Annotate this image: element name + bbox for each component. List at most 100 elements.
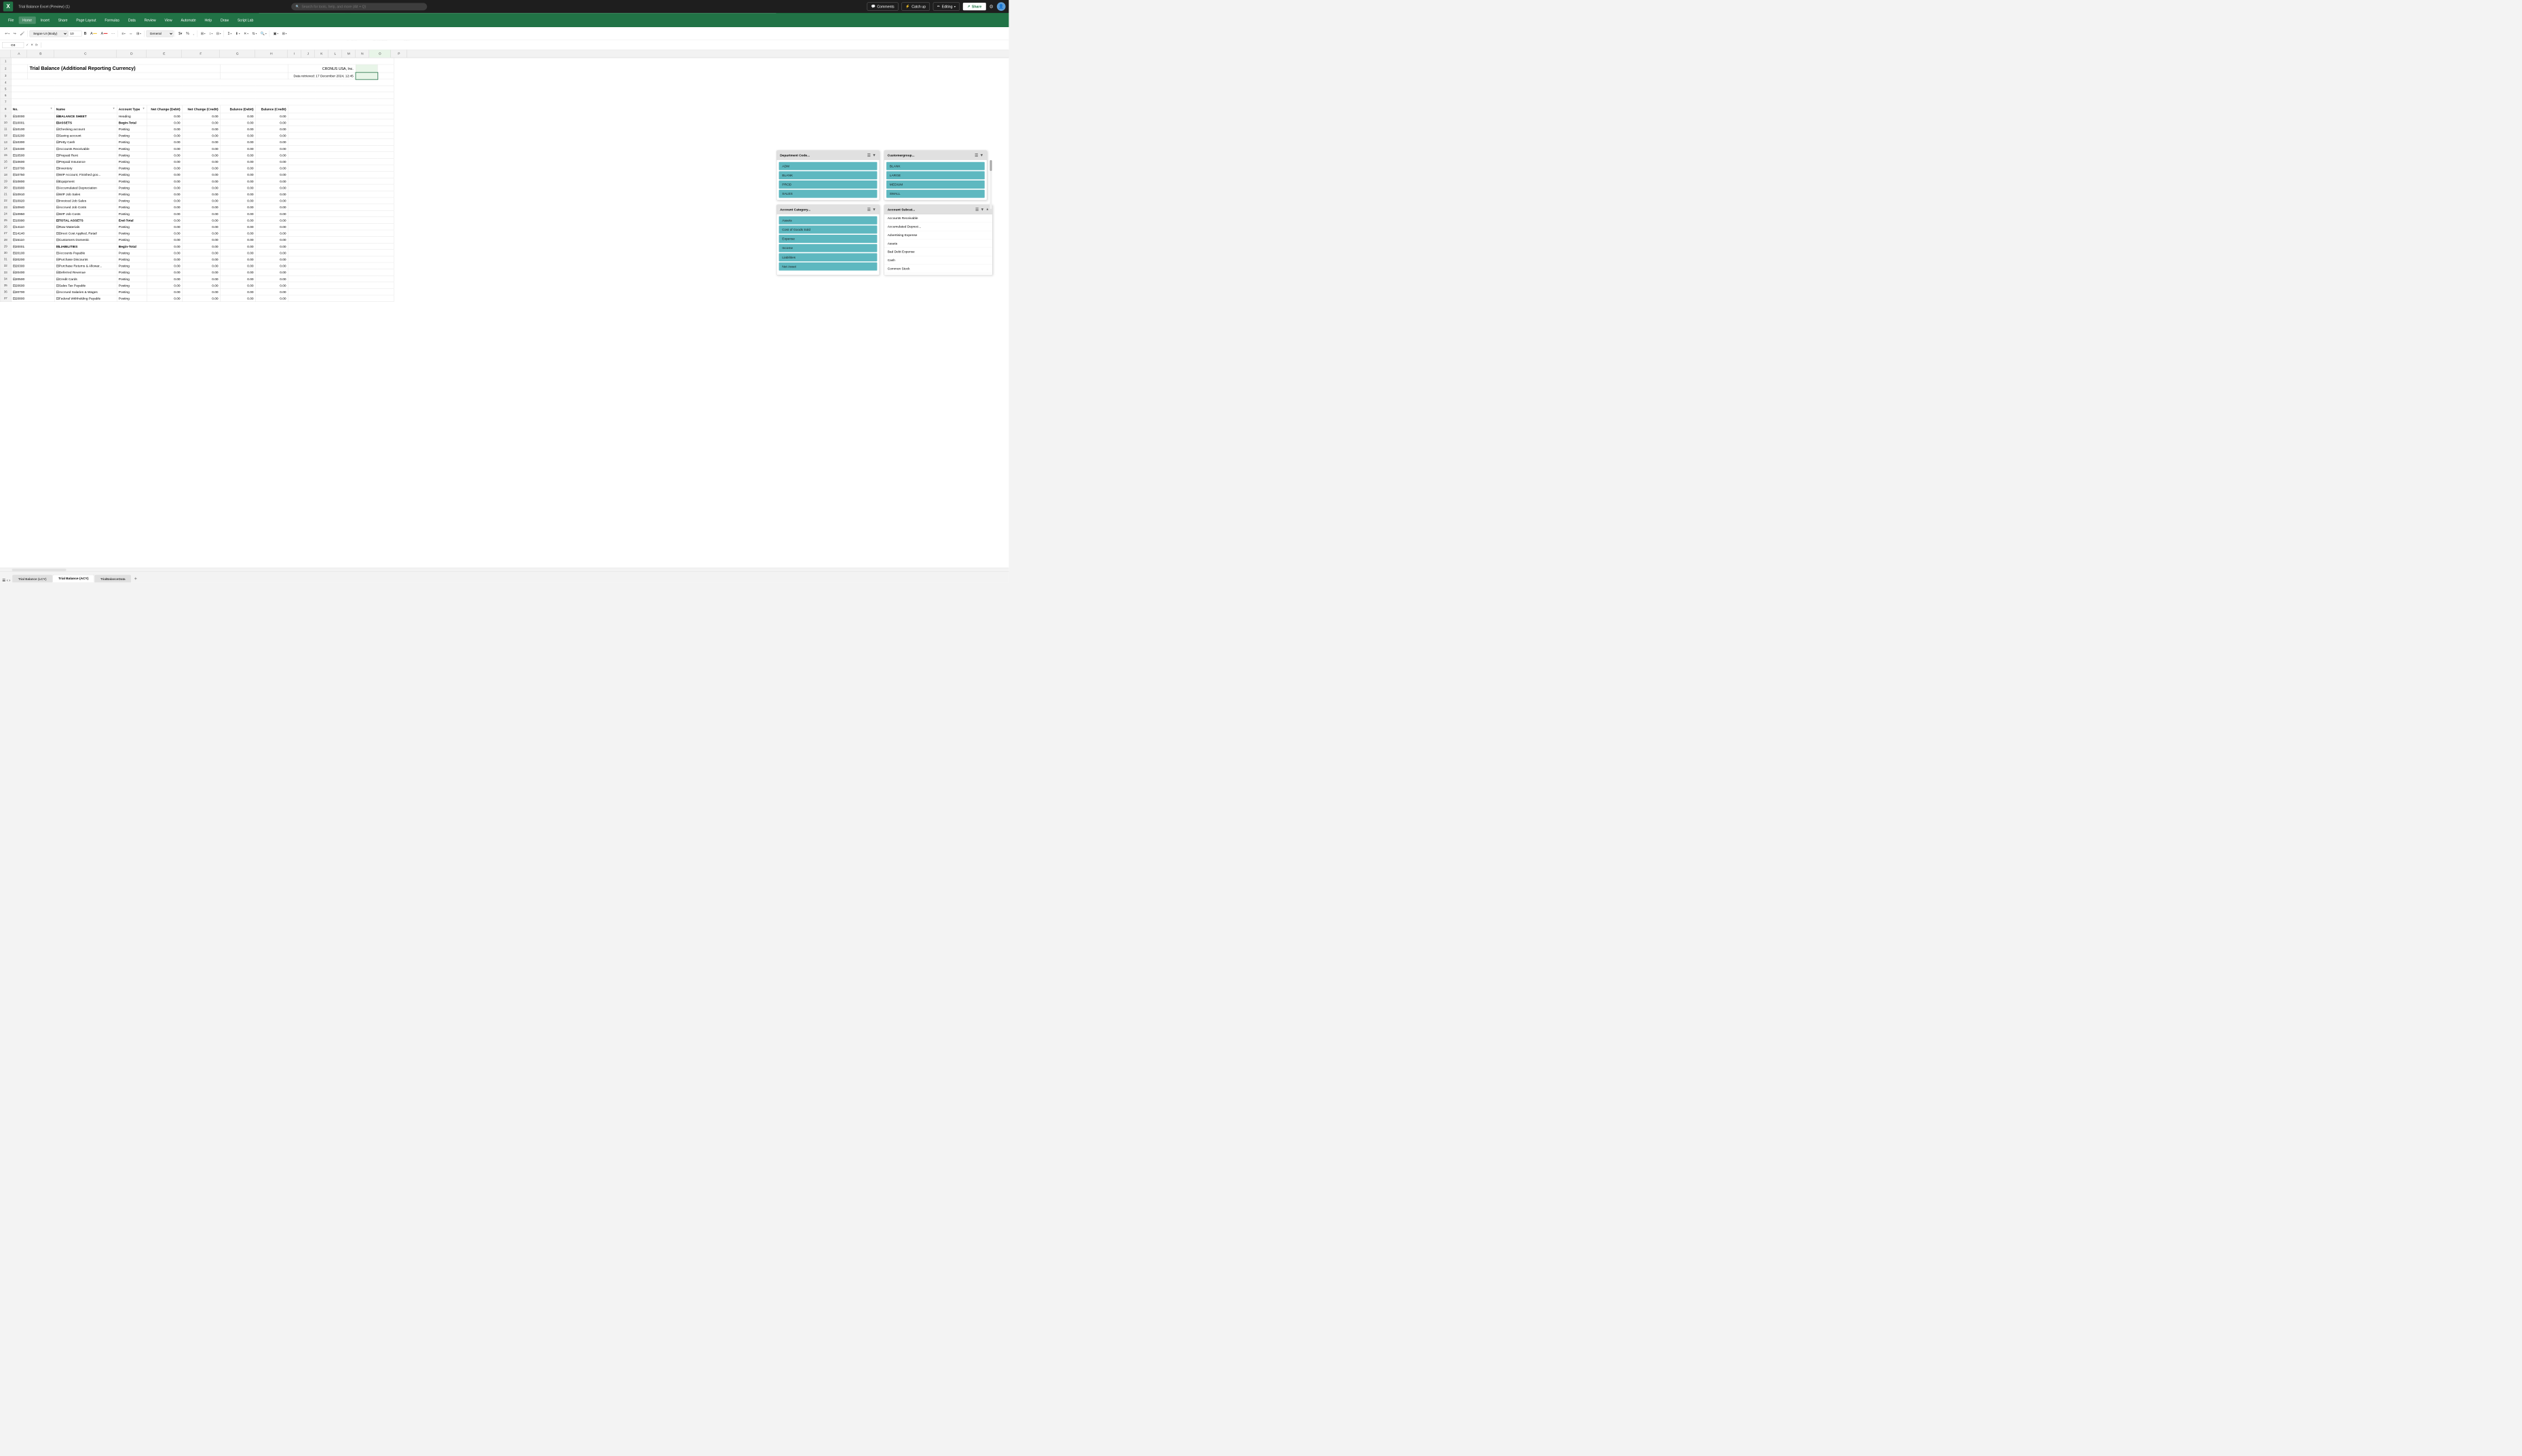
dept-item-blank[interactable]: BLANK (779, 171, 878, 179)
col-header-K[interactable]: K (315, 50, 328, 58)
accounts-receivable-cell[interactable]: ⊟Accounts Receivable (54, 145, 117, 152)
as-item-ae[interactable]: Advertising Expense (884, 231, 992, 239)
as-filter-icon[interactable]: ☰ (975, 207, 979, 212)
cell-3b[interactable] (27, 73, 220, 79)
ribbon-tab-share[interactable]: Share (54, 16, 71, 24)
col-header-I[interactable]: I (288, 50, 301, 58)
ribbon-tab-draw[interactable]: Draw (217, 16, 232, 24)
selected-cell-O3[interactable] (356, 73, 377, 79)
cell-3a[interactable] (11, 73, 27, 79)
sort-button[interactable]: ⇅ ▾ (250, 31, 259, 37)
dept-item-sales[interactable]: SALES (779, 190, 878, 198)
col-header-name[interactable]: Name ▼ (54, 105, 117, 113)
fill-color-button[interactable]: A (89, 31, 99, 37)
cell-1[interactable] (11, 58, 394, 64)
tab-acy[interactable]: Trial Balance (ACY) (53, 575, 94, 583)
col-header-G[interactable]: G (220, 50, 255, 58)
paintformat-button[interactable]: 🖌 (18, 31, 26, 37)
cg-item-medium[interactable]: MEDIUM (886, 180, 985, 189)
ac-expand-icon[interactable]: ▼ (872, 207, 876, 212)
redo-button[interactable]: ↪ (12, 31, 18, 37)
cancel-icon[interactable]: ✕ (31, 43, 33, 47)
tab-data[interactable]: TrialBalanceData (95, 575, 131, 583)
font-color-button[interactable]: A (99, 31, 109, 37)
cg-item-blank[interactable]: BLANK (886, 162, 985, 170)
ac-item-cogs[interactable]: Cost of Goods Sold (779, 225, 878, 233)
as-item-cash[interactable]: Cash (884, 256, 992, 265)
cg-item-small[interactable]: SMALL (886, 190, 985, 198)
col-header-D[interactable]: D (117, 50, 147, 58)
prepaid-insurance-cell[interactable]: ⊟Prepaid Insurance (54, 158, 117, 165)
avatar[interactable]: 👤 (997, 2, 1006, 11)
font-size-input[interactable] (69, 31, 82, 37)
cellformat-button[interactable]: ⊟ ▾ (214, 31, 223, 37)
ac-filter-icon[interactable]: ☰ (867, 207, 871, 212)
dept-item-prod[interactable]: PROD (779, 180, 878, 189)
check-icon[interactable]: ✓ (26, 43, 29, 47)
col-header-H[interactable]: H (255, 50, 288, 58)
as-expand-icon[interactable]: ▼ (981, 207, 985, 212)
col-header-accttype[interactable]: Account Type ▼ (117, 105, 147, 113)
col-header-O[interactable]: O (369, 50, 391, 58)
col-header-no[interactable]: No. ▼ (11, 105, 54, 113)
search-bar[interactable]: 🔍 (291, 3, 427, 10)
accrued-job-costs-cell[interactable]: ⊟Accrued Job Costs (54, 204, 117, 211)
dept-expand-icon[interactable]: ▼ (872, 153, 876, 157)
cg-filter-icon[interactable]: ☰ (975, 153, 978, 157)
tab-next[interactable]: › (9, 578, 10, 582)
col-header-E[interactable]: E (147, 50, 182, 58)
formula-icon[interactable]: fx (35, 43, 37, 47)
ac-item-expense[interactable]: Expense (779, 235, 878, 243)
cell-reference[interactable] (2, 42, 24, 48)
borders-button[interactable]: ⊞ ▾ (199, 31, 207, 37)
cell-3g[interactable] (220, 73, 288, 79)
number-format-select[interactable]: General (146, 31, 173, 37)
col-header-L[interactable]: L (328, 50, 342, 58)
wrap-button[interactable]: ⇔ (128, 31, 134, 37)
font-name-select[interactable]: Segoe UI (Body) (30, 31, 68, 37)
col-header-F[interactable]: F (182, 50, 220, 58)
as-item-cs[interactable]: Common Stock (884, 265, 992, 273)
search-input[interactable] (301, 5, 423, 9)
autosum-button[interactable]: Σ ▾ (226, 31, 233, 37)
ribbon-tab-view[interactable]: View (161, 16, 176, 24)
col-header-bc[interactable]: Balance (Credit) (255, 105, 288, 113)
ribbon-tab-formulas[interactable]: Formulas (101, 16, 124, 24)
col-header-J[interactable]: J (301, 50, 315, 58)
cell-name-9[interactable]: ⊟BALANCE SHEET (54, 113, 117, 119)
as-item-cogs[interactable]: Cost of Goods Sold (884, 273, 992, 275)
cell-3p[interactable] (377, 73, 394, 79)
col-header-A[interactable]: A (11, 50, 27, 58)
as-item-bde[interactable]: Bad Debt Expense (884, 248, 992, 256)
ac-item-assets[interactable]: Assets (779, 216, 878, 225)
rowcol-button[interactable]: ↕ ▾ (208, 31, 214, 37)
dept-item-adm[interactable]: ADM (779, 162, 878, 170)
col-header-M[interactable]: M (342, 50, 356, 58)
catchup-button[interactable]: ⚡ Catch up (901, 3, 930, 11)
cg-item-large[interactable]: LARGE (886, 171, 985, 179)
cell-2o[interactable] (356, 64, 377, 73)
cell-no-9[interactable]: ⊟10000 (11, 113, 54, 119)
col-header-bd[interactable]: Balance (Debit) (220, 105, 255, 113)
tab-nav[interactable]: ☰ ‹ › (2, 578, 10, 583)
ribbon-tab-insert[interactable]: Insert (37, 16, 53, 24)
ribbon-tab-review[interactable]: Review (140, 16, 159, 24)
col-header-nc[interactable]: Net Change (Credit) (182, 105, 220, 113)
cg-expand-icon[interactable]: ▼ (980, 153, 984, 157)
dept-filter-icon[interactable]: ☰ (867, 153, 871, 157)
ac-item-liabilities[interactable]: Liabilities (779, 253, 878, 261)
ribbon-tab-help[interactable]: Help (201, 16, 216, 24)
condformat-button[interactable]: ▣ ▾ (271, 31, 280, 37)
fill-button[interactable]: ⬇ ▾ (233, 31, 242, 37)
clear-button[interactable]: ✕ ▾ (242, 31, 250, 37)
comments-button[interactable]: 💬 Comments (867, 3, 899, 11)
col-header-C[interactable]: C (54, 50, 117, 58)
align-button[interactable]: ≡ ▾ (120, 31, 127, 37)
table-button[interactable]: ⊞ ▾ (280, 31, 288, 37)
ribbon-tab-automate[interactable]: Automate (177, 16, 200, 24)
undo-button[interactable]: ↩ ▾ (3, 31, 12, 37)
more-button[interactable]: ··· (110, 31, 117, 37)
editing-button[interactable]: ✏ Editing ▾ (933, 3, 960, 11)
col-header-N[interactable]: N (356, 50, 369, 58)
ribbon-tab-pagelayout[interactable]: Page Layout (73, 16, 100, 24)
